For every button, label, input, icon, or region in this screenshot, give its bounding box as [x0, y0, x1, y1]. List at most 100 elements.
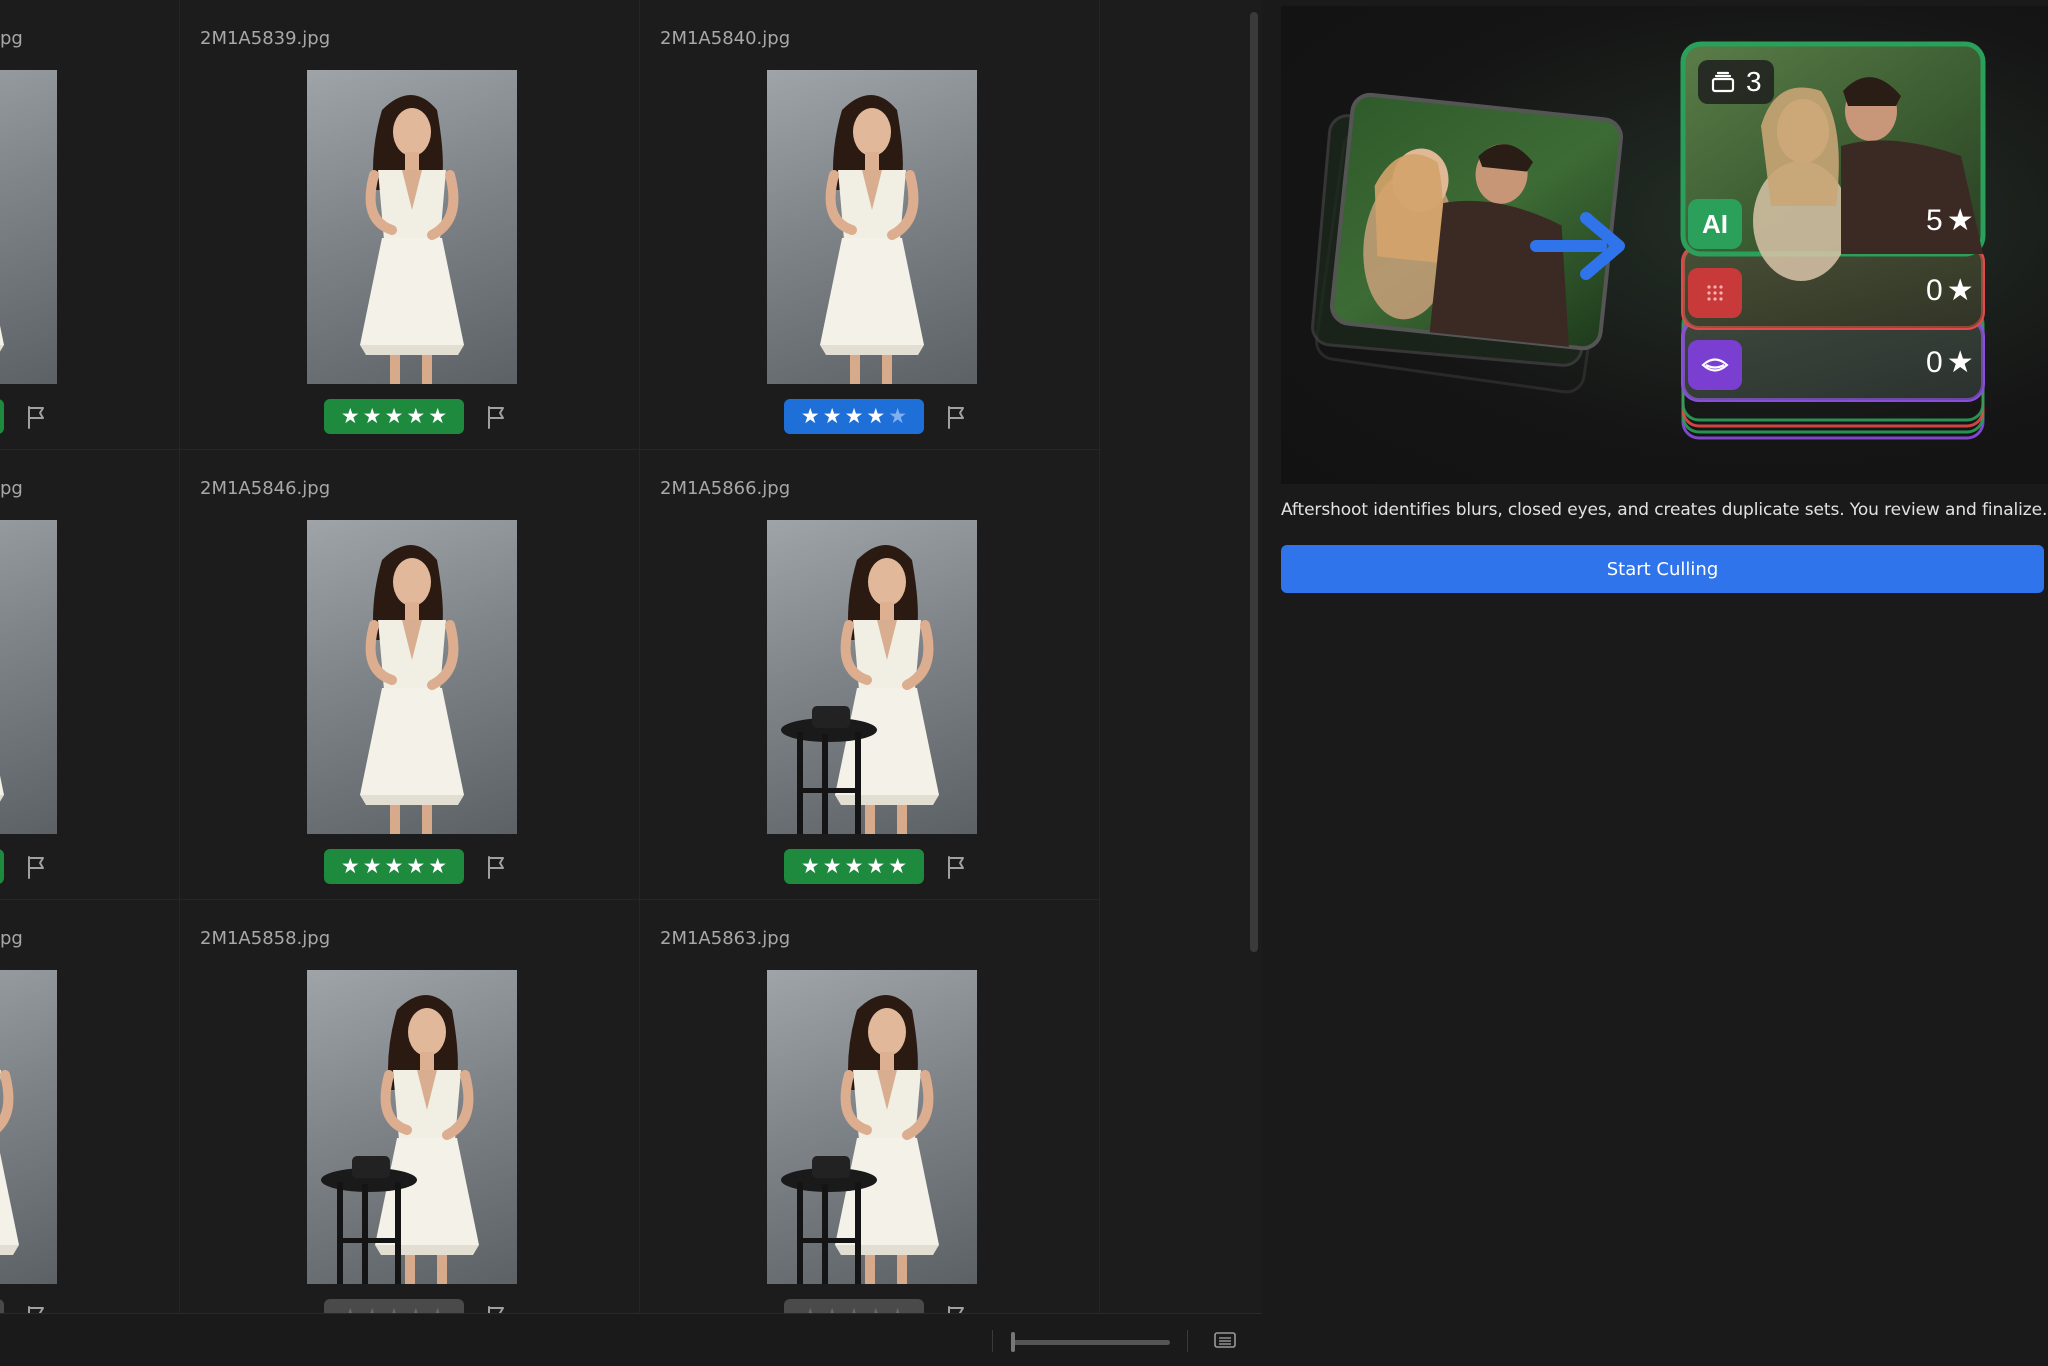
- blur-grid-icon: [1707, 285, 1723, 301]
- slider-handle[interactable]: [1011, 1332, 1015, 1352]
- thumbnail-cell[interactable]: 2M1A5858.jpg★★★★★: [180, 900, 640, 1313]
- stack-count-value: 3: [1746, 66, 1762, 97]
- thumbnail-size-slider[interactable]: [1013, 1340, 1170, 1345]
- rating-star-icon[interactable]: ★: [363, 406, 382, 427]
- flag-button[interactable]: [945, 854, 969, 880]
- thumbnail-photo[interactable]: [0, 970, 57, 1284]
- star-icon: ★: [1946, 274, 1974, 307]
- flag-button[interactable]: [25, 854, 49, 880]
- star-rating[interactable]: ★★★★★: [0, 1299, 4, 1313]
- thumbnail-photo[interactable]: [307, 70, 517, 384]
- star-rating[interactable]: ★★★★★: [0, 399, 4, 434]
- thumbnail-photo[interactable]: [767, 970, 977, 1284]
- star-rating[interactable]: ★★★★★: [784, 849, 924, 884]
- flag-button[interactable]: [25, 1304, 49, 1313]
- star-rating[interactable]: ★★★★★: [784, 1299, 924, 1313]
- rating-star-icon[interactable]: ★: [341, 1306, 360, 1314]
- flag-button[interactable]: [485, 854, 509, 880]
- star-icon: ★: [1946, 346, 1974, 379]
- score-value: 5: [1926, 203, 1943, 237]
- portrait-figure: [0, 325, 4, 352]
- toolbar-divider: [992, 1330, 993, 1352]
- view-mode-toggle[interactable]: [1213, 1330, 1237, 1350]
- flag-outline-icon: [28, 856, 44, 879]
- rating-star-icon[interactable]: ★: [866, 1306, 885, 1314]
- rating-star-icon[interactable]: ★: [866, 406, 885, 427]
- culling-promo-illustration: 3 AI 5 ★ 0 ★ 0 ★: [1281, 6, 2048, 484]
- rating-star-icon[interactable]: ★: [845, 856, 864, 877]
- rating-star-icon[interactable]: ★: [428, 1306, 447, 1314]
- score-value: 0: [1926, 345, 1943, 379]
- flag-outline-icon: [948, 406, 964, 429]
- ai-badge: AI: [1688, 199, 1742, 249]
- rating-star-icon[interactable]: ★: [385, 1306, 404, 1314]
- portrait-figure: [781, 995, 939, 1284]
- rating-star-icon[interactable]: ★: [888, 406, 907, 427]
- star-rating[interactable]: ★★★★★: [324, 849, 464, 884]
- rating-star-icon[interactable]: ★: [888, 856, 907, 877]
- thumbnail-photo[interactable]: [307, 520, 517, 834]
- rating-star-icon[interactable]: ★: [801, 856, 820, 877]
- rating-star-icon[interactable]: ★: [845, 1306, 864, 1314]
- flag-outline-icon: [948, 856, 964, 879]
- score-blur: 0 ★: [1926, 273, 1974, 308]
- star-rating[interactable]: ★★★★★: [324, 399, 464, 434]
- thumbnail-cell[interactable]: pg ★★★★★: [0, 900, 180, 1313]
- portrait-figure: [321, 995, 479, 1284]
- portrait-figure: [360, 95, 464, 384]
- flag-button[interactable]: [485, 1304, 509, 1313]
- star-rating[interactable]: ★★★★★: [784, 399, 924, 434]
- thumbnail-photo[interactable]: [307, 970, 517, 1284]
- rating-star-icon[interactable]: ★: [866, 856, 885, 877]
- thumbnail-filename: 2M1A5858.jpg: [200, 928, 331, 949]
- thumbnail-cell[interactable]: 2M1A5846.jpg ★ ★ ★ ★ ★: [180, 450, 640, 900]
- star-rating[interactable]: ★★★★★: [0, 849, 4, 884]
- rating-star-icon[interactable]: ★: [406, 1306, 425, 1314]
- rating-star-icon[interactable]: ★: [428, 856, 447, 877]
- rating-star-icon[interactable]: ★: [341, 856, 360, 877]
- rating-star-icon[interactable]: ★: [385, 856, 404, 877]
- promo-artwork: [1311, 41, 1986, 440]
- flag-button[interactable]: [485, 404, 509, 430]
- thumbnail-cell[interactable]: 2M1A5839.jpg ★ ★ ★ ★ ★: [180, 0, 640, 450]
- rating-star-icon[interactable]: ★: [823, 1306, 842, 1314]
- closed-eye-badge: [1688, 340, 1742, 390]
- thumbnail-filename: 2M1A5846.jpg: [200, 478, 331, 499]
- flag-button[interactable]: [25, 404, 49, 430]
- thumbnail-cell[interactable]: 2M1A5866.jpg ★ ★ ★ ★ ★: [640, 450, 1100, 900]
- rating-star-icon[interactable]: ★: [801, 1306, 820, 1314]
- flag-outline-icon: [28, 1306, 44, 1313]
- rating-star-icon[interactable]: ★: [823, 856, 842, 877]
- thumbnail-cell[interactable]: pg ★★★★★: [0, 0, 180, 450]
- flag-button[interactable]: [945, 404, 969, 430]
- rating-star-icon[interactable]: ★: [888, 1306, 907, 1314]
- rating-star-icon[interactable]: ★: [845, 406, 864, 427]
- duplicate-stack-count: 3: [1698, 60, 1774, 104]
- thumbnail-photo[interactable]: [767, 70, 977, 384]
- rating-star-icon[interactable]: ★: [341, 406, 360, 427]
- thumbnail-cell[interactable]: pg ★★★★★: [0, 450, 180, 900]
- rating-star-icon[interactable]: ★: [406, 856, 425, 877]
- rating-star-icon[interactable]: ★: [363, 856, 382, 877]
- thumbnail-cell[interactable]: 2M1A5840.jpg ★ ★ ★ ★ ★: [640, 0, 1100, 450]
- thumbnail-cell[interactable]: 2M1A5863.jpg★★★★★: [640, 900, 1100, 1313]
- star-rating[interactable]: ★★★★★: [324, 1299, 464, 1313]
- rating-star-icon[interactable]: ★: [801, 406, 820, 427]
- grid-scrollbar-thumb[interactable]: [1250, 12, 1258, 952]
- flag-button[interactable]: [945, 1304, 969, 1313]
- blur-badge: [1688, 268, 1742, 318]
- rating-star-icon[interactable]: ★: [428, 406, 447, 427]
- rating-star-icon[interactable]: ★: [823, 406, 842, 427]
- rating-star-icon[interactable]: ★: [385, 406, 404, 427]
- rating-star-icon[interactable]: ★: [363, 1306, 382, 1314]
- portrait-figure: [0, 1070, 19, 1255]
- thumbnail-photo[interactable]: [767, 520, 977, 834]
- rating-star-icon[interactable]: ★: [406, 406, 425, 427]
- score-eyes: 0 ★: [1926, 345, 1974, 380]
- thumbnail-photo[interactable]: [0, 70, 57, 384]
- thumbnail-filename: 2M1A5863.jpg: [660, 928, 791, 949]
- portrait-figure: [820, 95, 924, 384]
- start-culling-button[interactable]: Start Culling: [1281, 545, 2044, 593]
- portrait-figure: [0, 775, 4, 802]
- thumbnail-photo[interactable]: [0, 520, 57, 834]
